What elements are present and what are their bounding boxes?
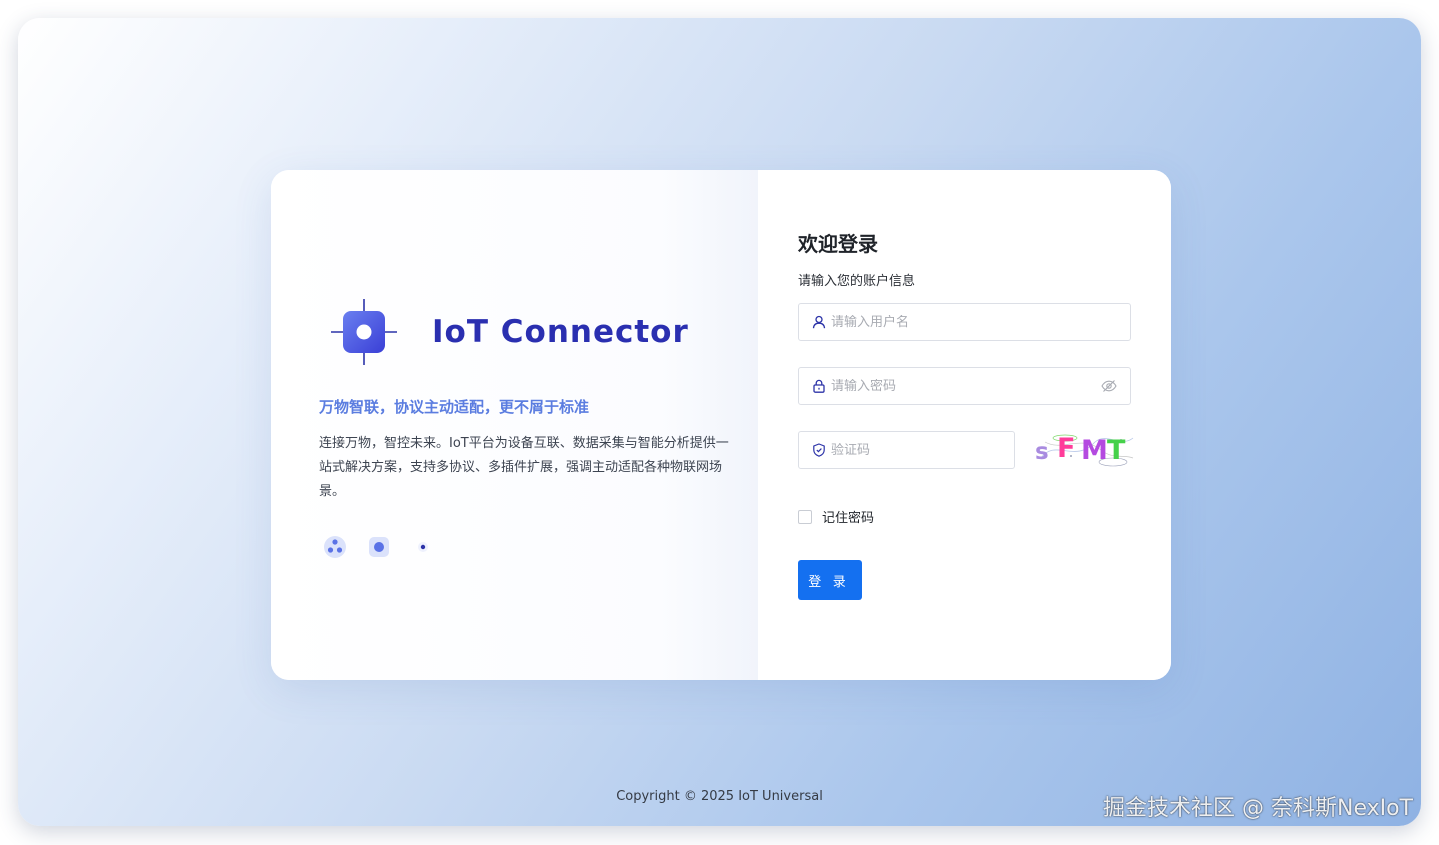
svg-text:M: M	[1081, 435, 1108, 466]
feature-icons	[323, 535, 455, 559]
svg-text:T: T	[1107, 435, 1126, 466]
lock-icon	[811, 378, 827, 394]
app-window: IoT Connector 万物智联，协议主动适配，更不屑于标准 连接万物，智控…	[18, 18, 1421, 826]
remember-label: 记住密码	[822, 511, 875, 526]
captcha-image[interactable]: s F M T	[1035, 428, 1135, 470]
login-panel: 欢迎登录 请输入您的账户信息 请输入用户名 验证码 s F M T 记住密码 登…	[758, 170, 1171, 680]
device-square-icon	[367, 535, 391, 559]
remember-password[interactable]: 记住密码	[798, 507, 874, 526]
login-card: IoT Connector 万物智联，协议主动适配，更不屑于标准 连接万物，智控…	[271, 170, 1171, 680]
username-input[interactable]	[831, 314, 1130, 330]
captcha-input[interactable]	[831, 442, 1014, 458]
password-field[interactable]	[798, 367, 1131, 405]
connect-dots-icon	[323, 535, 347, 559]
dot-icon	[411, 535, 435, 559]
login-title: 欢迎登录	[798, 232, 878, 256]
svg-text:F: F	[1057, 433, 1075, 464]
brand-name: IoT Connector	[432, 314, 689, 350]
login-subtitle: 请输入您的账户信息	[798, 274, 916, 289]
remember-checkbox[interactable]	[798, 509, 812, 524]
username-field[interactable]	[798, 303, 1131, 341]
watermark: 掘金技术社区 @ 奈科斯NexIoT	[1103, 796, 1413, 821]
login-button[interactable]: 登 录	[798, 560, 862, 600]
shield-icon	[811, 442, 827, 458]
eye-off-icon[interactable]	[1100, 378, 1118, 394]
captcha-field[interactable]	[798, 431, 1015, 469]
brand-panel: IoT Connector 万物智联，协议主动适配，更不屑于标准 连接万物，智控…	[271, 170, 758, 680]
brand-slogan: 万物智联，协议主动适配，更不屑于标准	[319, 398, 590, 416]
user-icon	[811, 314, 827, 330]
captcha-char-1: s	[1035, 439, 1049, 465]
password-input[interactable]	[831, 378, 1100, 394]
brand-header: IoT Connector	[329, 297, 689, 367]
brand-description: 连接万物，智控未来。IoT平台为设备互联、数据采集与智能分析提供一站式解决方案，…	[319, 436, 729, 499]
chip-crosshair-icon	[329, 297, 399, 367]
